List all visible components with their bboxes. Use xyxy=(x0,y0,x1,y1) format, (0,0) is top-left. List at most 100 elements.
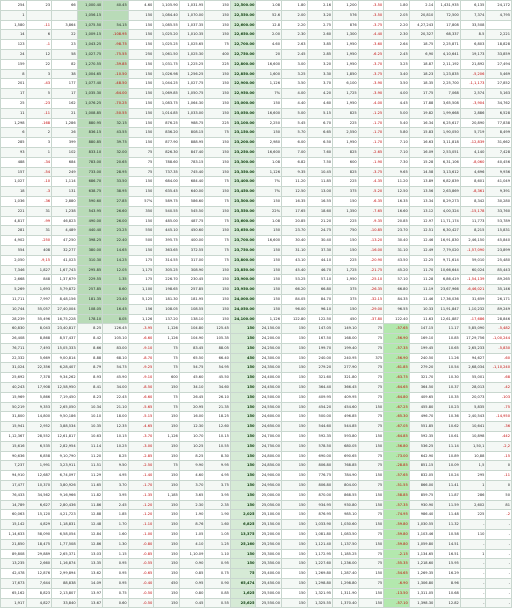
table-cell: 75 xyxy=(357,333,385,344)
table-cell: 11.48 xyxy=(434,509,461,521)
table-cell: -2,2 xyxy=(485,440,512,452)
table-cell: -0.85 xyxy=(127,548,155,560)
table-cell: 1,126 xyxy=(127,313,155,325)
table-cell: 279.20 xyxy=(306,362,334,374)
table-cell: 12 xyxy=(25,48,53,60)
table-cell: 2,53,051 xyxy=(434,146,461,158)
table-cell: 28,846 xyxy=(485,313,512,325)
table-cell: 5,835 xyxy=(459,401,487,413)
table-cell: 17.75 xyxy=(408,88,436,99)
table-cell: 400.00 xyxy=(178,235,206,246)
table-cell: 14,789 xyxy=(0,499,27,511)
table-cell: 2.00 xyxy=(281,9,308,21)
table-cell: 15,120 xyxy=(25,509,53,521)
table-cell: 18.60 xyxy=(306,205,334,217)
table-cell: 10.37 xyxy=(434,382,461,393)
table-cell: 40,456 xyxy=(485,156,512,168)
table-cell: 11.17 xyxy=(434,323,461,335)
table-cell: 12.51 xyxy=(408,225,436,237)
table-cell: 2.30 xyxy=(383,29,410,41)
table-cell: 888.95 xyxy=(178,137,206,148)
table-cell: 2,980 xyxy=(255,137,283,148)
table-cell: 10.55 xyxy=(204,440,231,452)
table-cell: -56.90 xyxy=(383,352,410,364)
table-cell: 75 xyxy=(204,244,231,256)
table-cell: 0.95 xyxy=(102,578,129,589)
table-cell: 1.85 xyxy=(102,509,129,521)
table-cell: 3.70 xyxy=(178,480,206,491)
table-cell: 1 xyxy=(0,9,27,21)
table-cell: 13.62 xyxy=(76,568,104,580)
table-cell: 868.55 xyxy=(332,489,359,501)
table-cell: 5.15 xyxy=(306,107,334,119)
table-cell: 157 xyxy=(0,166,27,178)
table-cell: 39.75 xyxy=(102,137,129,148)
table-cell: 30.40 xyxy=(383,235,410,246)
table-cell: -1.70 xyxy=(357,137,385,148)
table-cell: 836.15 xyxy=(76,127,104,139)
table-cell: 75 xyxy=(204,254,231,266)
table-cell: 1.30 xyxy=(102,538,129,550)
strike-cell: 23,450.00 xyxy=(229,186,257,197)
table-cell: 450 xyxy=(332,313,359,325)
strike-cell: 23,900.00 xyxy=(229,274,257,286)
table-cell: 25,300.00 xyxy=(255,548,283,560)
table-cell: -0.50 xyxy=(127,597,155,608)
table-cell: 804.00 xyxy=(332,480,359,491)
table-cell: 490.00 xyxy=(76,215,104,227)
table-cell: -168 xyxy=(25,117,53,129)
table-cell: 12.50 xyxy=(383,186,410,197)
table-cell: 1,50,1 xyxy=(459,440,487,452)
table-cell: 2.16 xyxy=(306,0,334,11)
table-cell: 7,374 xyxy=(459,9,487,21)
table-cell: 75 xyxy=(357,529,385,540)
table-cell: 8.5 xyxy=(459,29,487,41)
table-cell: 150 xyxy=(332,195,359,207)
table-cell: -55.35 xyxy=(383,558,410,570)
table-cell: -3.50 xyxy=(357,0,385,11)
table-cell: 150 xyxy=(204,186,231,197)
table-cell: 150 xyxy=(153,558,180,570)
table-cell: 1,311.90 xyxy=(332,587,359,599)
table-cell: 175 xyxy=(127,274,155,286)
table-cell: 150 xyxy=(204,293,231,305)
table-cell: 147.15 xyxy=(408,323,436,335)
table-cell: 20,073 xyxy=(459,391,487,403)
table-cell: 225 xyxy=(332,117,359,129)
table-cell: 150 xyxy=(204,284,231,295)
table-cell: 808.15 xyxy=(178,127,206,139)
table-cell: 11.14 xyxy=(434,440,461,452)
table-cell: -9.25 xyxy=(127,362,155,374)
table-cell: -7.65 xyxy=(357,205,385,217)
table-cell: -57.10 xyxy=(383,597,410,608)
table-cell: - xyxy=(459,538,487,550)
table-cell: 543.95 xyxy=(76,205,104,217)
table-cell: 75 xyxy=(204,176,231,188)
table-cell: 1,600 xyxy=(255,68,283,80)
table-cell: 1,134.65 xyxy=(408,548,436,560)
table-cell: 10.09 xyxy=(434,460,461,472)
table-cell: 150 xyxy=(255,254,283,266)
table-cell: 16.35 xyxy=(383,195,410,207)
table-row: 14,789 6,627 2,80,436 11.86 2.45 -1.20 150 2.30… xyxy=(0,499,512,511)
table-cell: 395.75 xyxy=(153,235,180,246)
table-cell: 3.20 xyxy=(306,58,334,70)
table-cell: 22,332 xyxy=(0,352,27,364)
table-cell: 150 xyxy=(204,0,231,11)
table-cell: 24,750.00 xyxy=(255,440,283,452)
table-cell: 7,19,450 xyxy=(51,391,78,403)
table-cell: -442 xyxy=(485,431,512,442)
table-cell: 866.00 xyxy=(408,480,436,491)
table-cell: 733.00 xyxy=(76,166,104,178)
table-cell: 30.40 xyxy=(306,235,334,246)
table-row: 157 -54 249 733.00 28.95 75 737.35 745.40 150 23,… xyxy=(0,166,512,178)
table-cell: 1,298.80 xyxy=(332,578,359,589)
strike-cell: 22,900.00 xyxy=(229,78,257,90)
table-cell: 455.80 xyxy=(408,401,436,413)
table-cell: 600 xyxy=(332,156,359,168)
table-cell: -25.10 xyxy=(357,274,385,286)
table-cell: 249 xyxy=(51,166,78,178)
table-cell: 1 xyxy=(459,548,487,560)
table-cell: 24,900.00 xyxy=(255,470,283,482)
table-cell: 1.05 xyxy=(204,529,231,540)
